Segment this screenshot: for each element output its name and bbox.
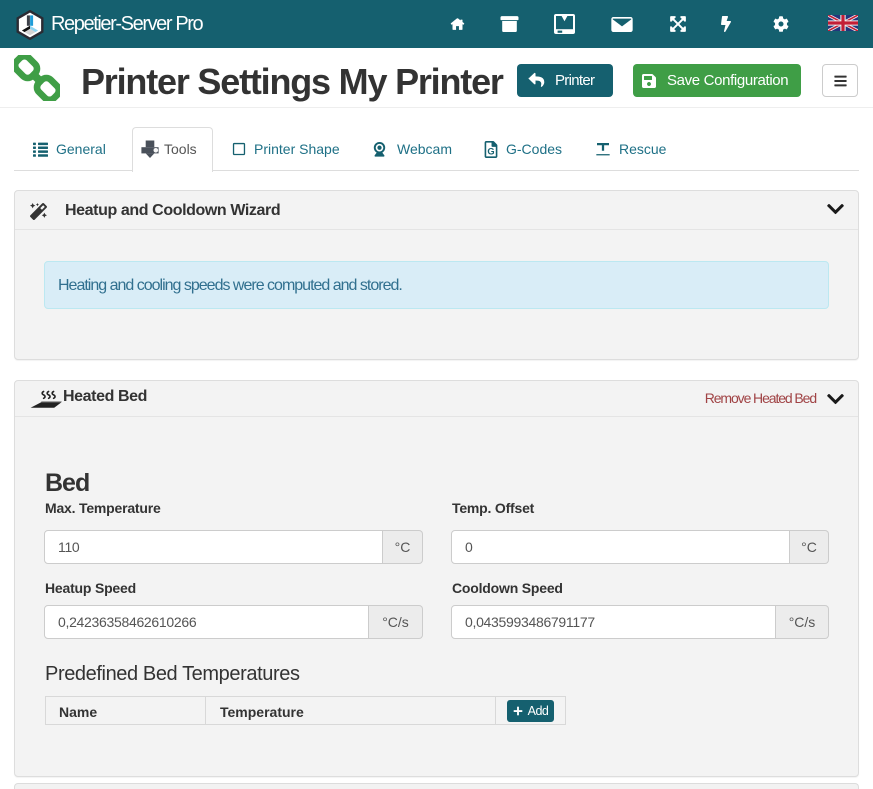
svg-text:G: G: [487, 146, 494, 156]
